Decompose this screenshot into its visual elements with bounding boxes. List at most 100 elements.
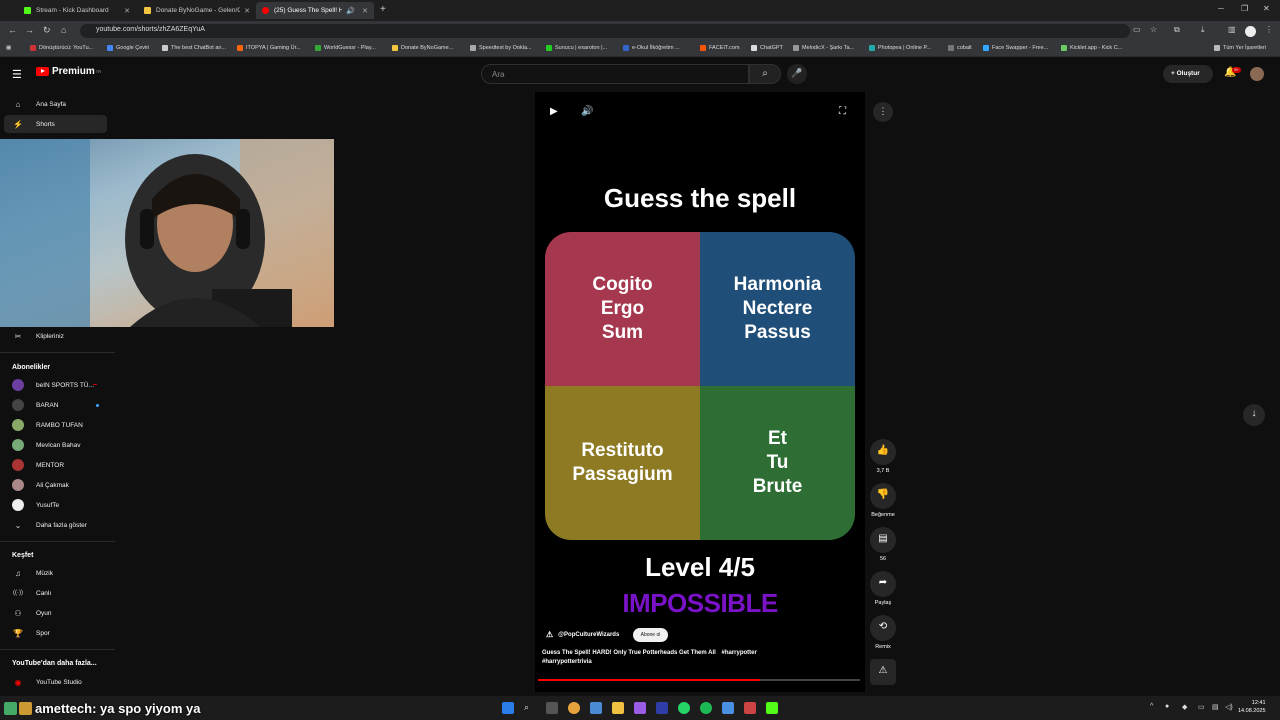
subscription-item[interactable]: RAMBO TUFAN <box>0 416 115 434</box>
bookmark-item[interactable]: Donate ByNoGame... <box>392 45 453 51</box>
subscription-item[interactable]: beIN SPORTS TÜ... <box>0 376 115 394</box>
bookmark-item[interactable]: Sunucu | exaroton |... <box>546 45 607 51</box>
volume-icon[interactable]: ◁) <box>1225 703 1233 711</box>
hashtag-link[interactable]: #harrypotter <box>721 650 756 656</box>
share-button[interactable]: ➦ Paylaş <box>867 571 899 606</box>
sidebar-item-clips[interactable]: ✂ Klipleriniz <box>0 327 115 345</box>
all-bookmarks[interactable]: Tüm Yer İşaretleri <box>1214 45 1266 51</box>
back-icon[interactable]: ← <box>8 25 17 35</box>
apps-icon[interactable]: ▦ <box>6 45 11 51</box>
search-input[interactable]: Ara <box>481 64 749 84</box>
show-more-button[interactable]: ⌄ Daha fazla göster <box>0 516 115 534</box>
subscription-item[interactable]: Mevlcan Bahav <box>0 436 115 454</box>
tray-app-icon[interactable]: ◆ <box>1182 703 1187 711</box>
file-explorer-icon[interactable] <box>612 702 624 714</box>
sidebar-item-gaming[interactable]: ⚇ Oyun <box>0 604 115 622</box>
fullscreen-icon[interactable]: ⛶ <box>839 106 846 117</box>
chevron-up-icon[interactable]: ^ <box>1150 703 1153 710</box>
bookmark-item[interactable]: Dönüştürücü: YouTu... <box>30 45 93 51</box>
keyboard-icon[interactable]: ▭ <box>1198 703 1205 711</box>
sidebar-item-music[interactable]: ♫ Müzik <box>0 564 115 582</box>
bookmark-item[interactable]: e-Okul İlköğretim ... <box>623 45 680 51</box>
bookmark-star-icon[interactable]: ☆ <box>1150 25 1157 34</box>
bookmark-item[interactable]: FACEIT.com <box>700 45 740 51</box>
tray-app-icon[interactable]: ● <box>1165 703 1169 710</box>
minimize-icon[interactable]: ─ <box>1218 4 1224 13</box>
profile-avatar-icon[interactable] <box>1245 26 1256 37</box>
bookmark-item[interactable]: Google Çeviri <box>107 45 149 51</box>
remix-button[interactable]: ⟲ Remix <box>867 615 899 650</box>
browser-menu-icon[interactable]: ⋮ <box>1265 25 1273 34</box>
reload-icon[interactable]: ↻ <box>43 25 51 36</box>
like-button[interactable]: 👍 3,7 B <box>867 439 899 474</box>
play-icon[interactable]: ▶ <box>550 106 558 117</box>
task-view-icon[interactable] <box>546 702 558 714</box>
extensions-icon[interactable]: ⧉ <box>1174 25 1180 35</box>
create-button[interactable]: + Oluştur <box>1163 65 1213 83</box>
new-tab-icon[interactable]: + <box>380 4 386 15</box>
hashtag-link[interactable]: #harrypottertrivia <box>542 659 592 665</box>
more-options-icon[interactable]: ⋮ <box>873 102 893 122</box>
bookmark-item[interactable]: The best ChatBot an... <box>162 45 226 51</box>
kick-icon[interactable] <box>766 702 778 714</box>
account-avatar[interactable] <box>1250 67 1264 81</box>
sidebar-item-home[interactable]: ⌂ Ana Sayfa <box>0 95 115 113</box>
app-icon[interactable] <box>744 702 756 714</box>
browser-tab-kick[interactable]: Stream - Kick Dashboard ✕ <box>18 2 136 19</box>
bookmark-item[interactable]: Face Swapper - Free... <box>983 45 1048 51</box>
forward-icon[interactable]: → <box>25 25 34 35</box>
bookmark-item[interactable]: Speedtest by Ookla... <box>470 45 532 51</box>
download-icon[interactable]: ⤓ <box>1201 25 1205 35</box>
sidebar-item-sports[interactable]: 🏆 Spor <box>0 624 115 642</box>
url-field[interactable]: youtube.com/shorts/zhZA6ZEqYuA <box>80 24 1130 38</box>
sidebar-item-shorts[interactable]: ⚡ Shorts <box>4 115 107 133</box>
bookmark-item[interactable]: WorldGuessr - Play... <box>315 45 376 51</box>
app-icon[interactable] <box>590 702 602 714</box>
channel-info[interactable]: ⚠ @PopCultureWizards <box>546 630 619 639</box>
sidepanel-icon[interactable]: ▥ <box>1228 25 1236 34</box>
close-tab-icon[interactable]: ✕ <box>362 7 368 15</box>
subscription-item[interactable]: MENTOR <box>0 456 115 474</box>
spotify-icon[interactable] <box>700 702 712 714</box>
subscription-item[interactable]: YusufTe <box>0 496 115 514</box>
next-video-arrow-icon[interactable]: ↓ <box>1243 404 1265 426</box>
browser-tab-donate[interactable]: Donate ByNoGame - Gelen/Gi̇ ✕ <box>138 2 256 19</box>
subscription-item[interactable]: Ali Çakmak <box>0 476 115 494</box>
close-tab-icon[interactable]: ✕ <box>124 7 130 15</box>
subscribe-button[interactable]: Abone ol <box>633 628 668 642</box>
cast-icon[interactable]: ▭ <box>1133 25 1141 34</box>
search-icon[interactable]: ⌕ <box>524 702 536 714</box>
app-icon[interactable] <box>634 702 646 714</box>
sidebar-item-studio[interactable]: ◉ YouTube Studio <box>0 673 115 691</box>
premiere-icon[interactable] <box>656 702 668 714</box>
whatsapp-icon[interactable] <box>678 702 690 714</box>
microphone-icon[interactable]: 🎤 <box>787 64 807 84</box>
home-icon[interactable]: ⌂ <box>61 25 66 35</box>
channel-handle[interactable]: @PopCultureWizards <box>558 632 619 638</box>
dislike-button[interactable]: 👎 Beğenme <box>867 483 899 518</box>
system-clock[interactable]: 12:41 14.08.2025 <box>1238 699 1266 716</box>
maximize-icon[interactable]: ❐ <box>1241 4 1248 13</box>
youtube-logo[interactable]: Premium TR <box>36 66 101 77</box>
close-tab-icon[interactable]: ✕ <box>244 7 250 15</box>
search-icon[interactable]: ⌕ <box>749 64 781 84</box>
audio-icon[interactable]: 🔊 <box>346 7 355 15</box>
volume-icon[interactable]: 🔊 <box>581 106 593 117</box>
bookmark-item[interactable]: Kicklet.app - Kick C... <box>1061 45 1122 51</box>
close-window-icon[interactable]: ✕ <box>1263 4 1270 13</box>
bookmark-item[interactable]: cobalt <box>948 45 972 51</box>
bookmark-item[interactable]: Photopea | Online P... <box>869 45 931 51</box>
hamburger-menu-icon[interactable]: ☰ <box>12 68 22 81</box>
windows-start-icon[interactable] <box>502 702 514 714</box>
subscription-item[interactable]: BARAN <box>0 396 115 414</box>
comments-button[interactable]: ▤ 56 <box>867 527 899 562</box>
chrome-icon[interactable] <box>568 702 580 714</box>
bookmark-item[interactable]: MelodicX - Şarkı Ta... <box>793 45 854 51</box>
sidebar-item-live[interactable]: ((·)) Canlı <box>0 584 115 602</box>
browser-tab-youtube[interactable]: (25) Guess The Spell! HARD 🔊 ✕ <box>256 2 374 19</box>
network-icon[interactable]: ▤ <box>1212 703 1219 711</box>
app-icon[interactable] <box>722 702 734 714</box>
bookmark-item[interactable]: ITOPYA | Gaming Ür... <box>237 45 301 51</box>
bookmark-item[interactable]: ChatGPT <box>751 45 783 51</box>
sound-source-button[interactable]: ⚠ <box>867 659 899 688</box>
